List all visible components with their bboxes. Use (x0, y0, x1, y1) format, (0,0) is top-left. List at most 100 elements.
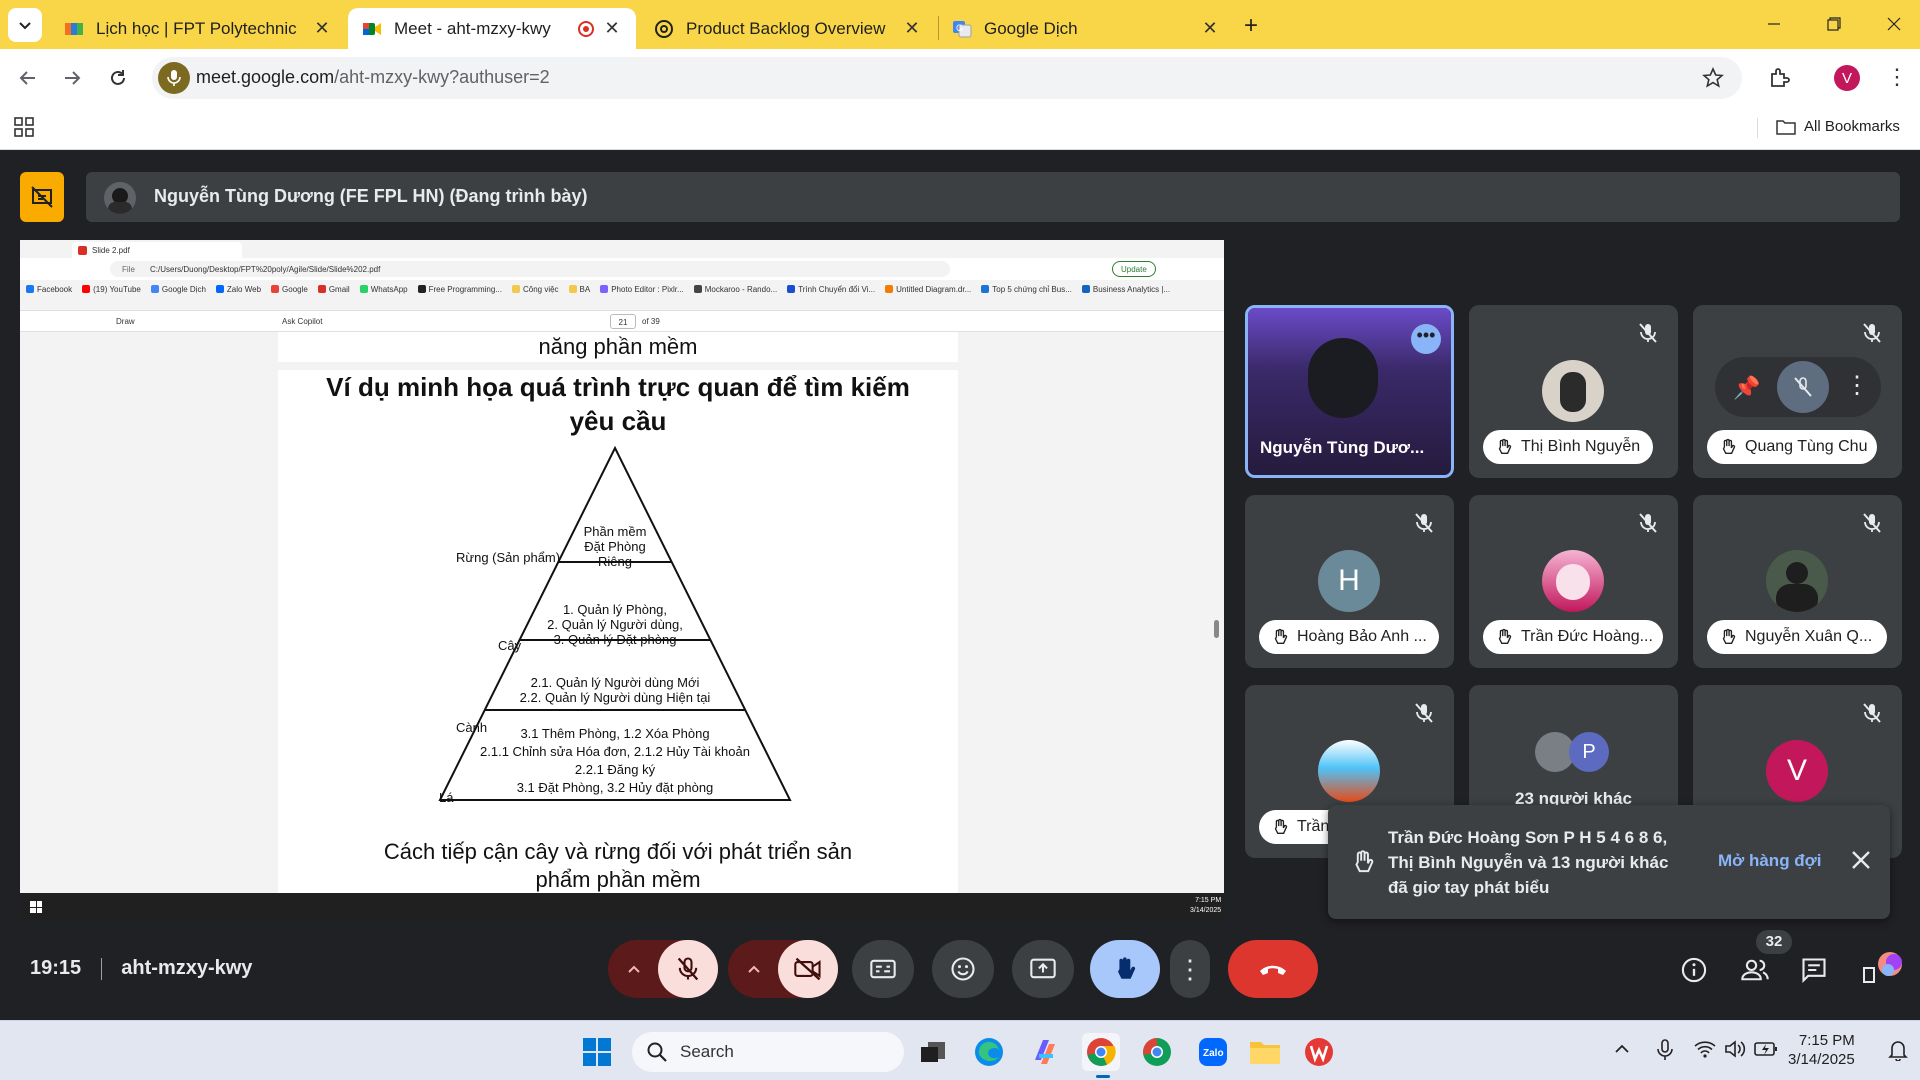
svg-text:Zalo: Zalo (1203, 1048, 1224, 1059)
activities-button[interactable] (1862, 948, 1902, 988)
forward-arrow-icon (65, 71, 81, 85)
notifications-bell-icon[interactable] (1888, 1039, 1908, 1061)
shared-screen: Slide 2.pdf File C:/Users/Duong/Desktop/… (20, 240, 1224, 893)
new-tab-button[interactable]: + (1244, 12, 1258, 40)
show-hidden-icons[interactable] (1614, 1041, 1630, 1057)
open-queue-button[interactable]: Mở hàng đợi (1718, 851, 1822, 871)
bookmark-star-icon[interactable] (1702, 67, 1724, 89)
all-bookmarks-button[interactable]: All Bookmarks (1776, 118, 1900, 135)
raised-hand-icon (1722, 438, 1736, 454)
participant-name-pill: Trần Đức Hoàng... (1483, 620, 1663, 654)
reactions-button[interactable] (932, 940, 994, 998)
chat-button[interactable] (1800, 956, 1828, 984)
url-path: /aht-mzxy-kwy?authuser=2 (334, 67, 550, 87)
battery-icon[interactable] (1754, 1040, 1778, 1058)
meeting-details-button[interactable] (1680, 956, 1708, 984)
toggle-mic-button[interactable] (658, 940, 718, 998)
tab-search-button[interactable] (8, 8, 42, 42)
tab-product-backlog[interactable]: Product Backlog Overview ✕ (640, 8, 936, 49)
minimize-button[interactable] (1754, 8, 1794, 40)
microphone-icon[interactable] (158, 62, 190, 94)
address-bar[interactable]: meet.google.com/aht-mzxy-kwy?authuser=2 (152, 57, 1742, 99)
menu-kebab-icon[interactable]: ⋮ (1886, 66, 1908, 88)
apps-grid-icon[interactable] (14, 117, 34, 137)
pyramid-level-content: 3.1 Thêm Phòng, 1.2 Xóa Phòng 2.1.1 Chỉnh… (480, 726, 750, 795)
taskbar-search[interactable]: Search (632, 1032, 904, 1072)
participant-tile[interactable]: ••• Nguyễn Tùng Dươ... (1245, 305, 1454, 478)
participant-tile[interactable]: Thị Bình Nguyễn (1469, 305, 1678, 478)
toggle-camera-button[interactable] (778, 940, 838, 998)
chat-icon (1802, 958, 1826, 984)
wifi-icon[interactable] (1694, 1039, 1716, 1059)
people-button[interactable]: 32 (1740, 930, 1792, 984)
zalo-button[interactable]: Zalo (1194, 1033, 1232, 1071)
system-clock[interactable]: 7:15 PM 3/14/2025 (1788, 1031, 1855, 1069)
captions-button[interactable] (852, 940, 914, 998)
person-silhouette (1308, 338, 1378, 418)
meeting-time: 19:15 (30, 957, 82, 979)
windows-start-icon (30, 901, 42, 913)
wps-button[interactable] (1300, 1033, 1338, 1071)
microphone-tray-icon[interactable] (1656, 1039, 1674, 1061)
present-screen-button[interactable] (1012, 940, 1074, 998)
participant-tile[interactable]: H Hoàng Bảo Anh ... (1245, 495, 1454, 668)
participant-tile[interactable]: Nguyễn Xuân Q... (1693, 495, 1902, 668)
mute-participant-button[interactable] (1777, 361, 1829, 413)
tab-meet[interactable]: Meet - aht-mzxy-kwy ✕ (348, 8, 636, 49)
leave-call-button[interactable] (1228, 940, 1318, 998)
present-off-icon (31, 186, 53, 208)
pin-icon[interactable]: 📌 (1733, 375, 1760, 401)
participant-avatar: P (1569, 732, 1609, 772)
stop-presenting-button[interactable] (20, 172, 64, 222)
close-icon[interactable]: ✕ (312, 18, 332, 39)
participant-avatar: V (1766, 740, 1828, 802)
search-placeholder: Search (680, 1042, 734, 1061)
pyramid-level-label: Rừng (Sản phẩm) (456, 550, 561, 565)
close-icon[interactable]: ✕ (1200, 18, 1220, 39)
tab-google-translate[interactable]: G Google Dịch ✕ (938, 8, 1234, 49)
meeting-code: aht-mzxy-kwy (121, 957, 253, 979)
more-options-button[interactable]: ••• (1411, 324, 1441, 354)
start-button[interactable] (578, 1033, 616, 1071)
forward-button[interactable] (54, 60, 90, 96)
mic-off-icon (1639, 513, 1657, 533)
presenter-avatar (104, 182, 136, 214)
bookmark-item: Business Analytics |... (1081, 282, 1170, 296)
raise-hand-button[interactable] (1090, 940, 1160, 998)
volume-icon[interactable] (1724, 1039, 1746, 1059)
copilot-button[interactable] (1026, 1033, 1064, 1071)
close-notification-button[interactable] (1850, 849, 1872, 871)
more-options-button[interactable]: ⋮ (1170, 940, 1210, 998)
presenter-bar: Nguyễn Tùng Dương (FE FPL HN) (Đang trìn… (86, 172, 1900, 222)
close-icon[interactable]: ✕ (602, 18, 622, 39)
chrome-profile-button[interactable] (1138, 1033, 1176, 1071)
zalo-icon: Zalo (1199, 1038, 1227, 1066)
mic-off-icon (677, 957, 699, 981)
mic-off-icon (1863, 323, 1881, 343)
extensions-icon[interactable] (1768, 66, 1792, 90)
participant-tile[interactable]: Trần Đức Hoàng... (1469, 495, 1678, 668)
chevron-up-icon[interactable] (626, 961, 642, 977)
back-button[interactable] (10, 60, 46, 96)
chrome-button[interactable] (1082, 1033, 1120, 1078)
chatgpt-favicon-icon (655, 19, 673, 38)
file-explorer-button[interactable] (1246, 1033, 1284, 1071)
edge-button[interactable] (970, 1033, 1008, 1071)
profile-avatar[interactable]: V (1834, 65, 1860, 91)
chevron-up-icon[interactable] (746, 961, 762, 977)
restore-button[interactable] (1814, 8, 1854, 40)
close-window-button[interactable] (1874, 8, 1914, 40)
participant-tile[interactable]: 📌 ⋮ Quang Tùng Chu (1693, 305, 1902, 478)
chevron-up-icon (1615, 1044, 1629, 1053)
reload-icon (111, 70, 125, 85)
tab-fpt[interactable]: Lịch học | FPT Polytechnic ✕ (50, 8, 346, 49)
more-options-icon[interactable]: ⋮ (1845, 371, 1869, 400)
close-icon[interactable]: ✕ (902, 18, 922, 39)
reload-button[interactable] (100, 60, 136, 96)
shared-address: C:/Users/Duong/Desktop/FPT%20poly/Agile/… (150, 265, 381, 274)
update-button: Update (1112, 261, 1156, 277)
participant-avatar: H (1318, 550, 1380, 612)
page-number: 21 (610, 314, 636, 329)
page-total: of 39 (642, 317, 660, 326)
task-view-button[interactable] (914, 1033, 952, 1071)
